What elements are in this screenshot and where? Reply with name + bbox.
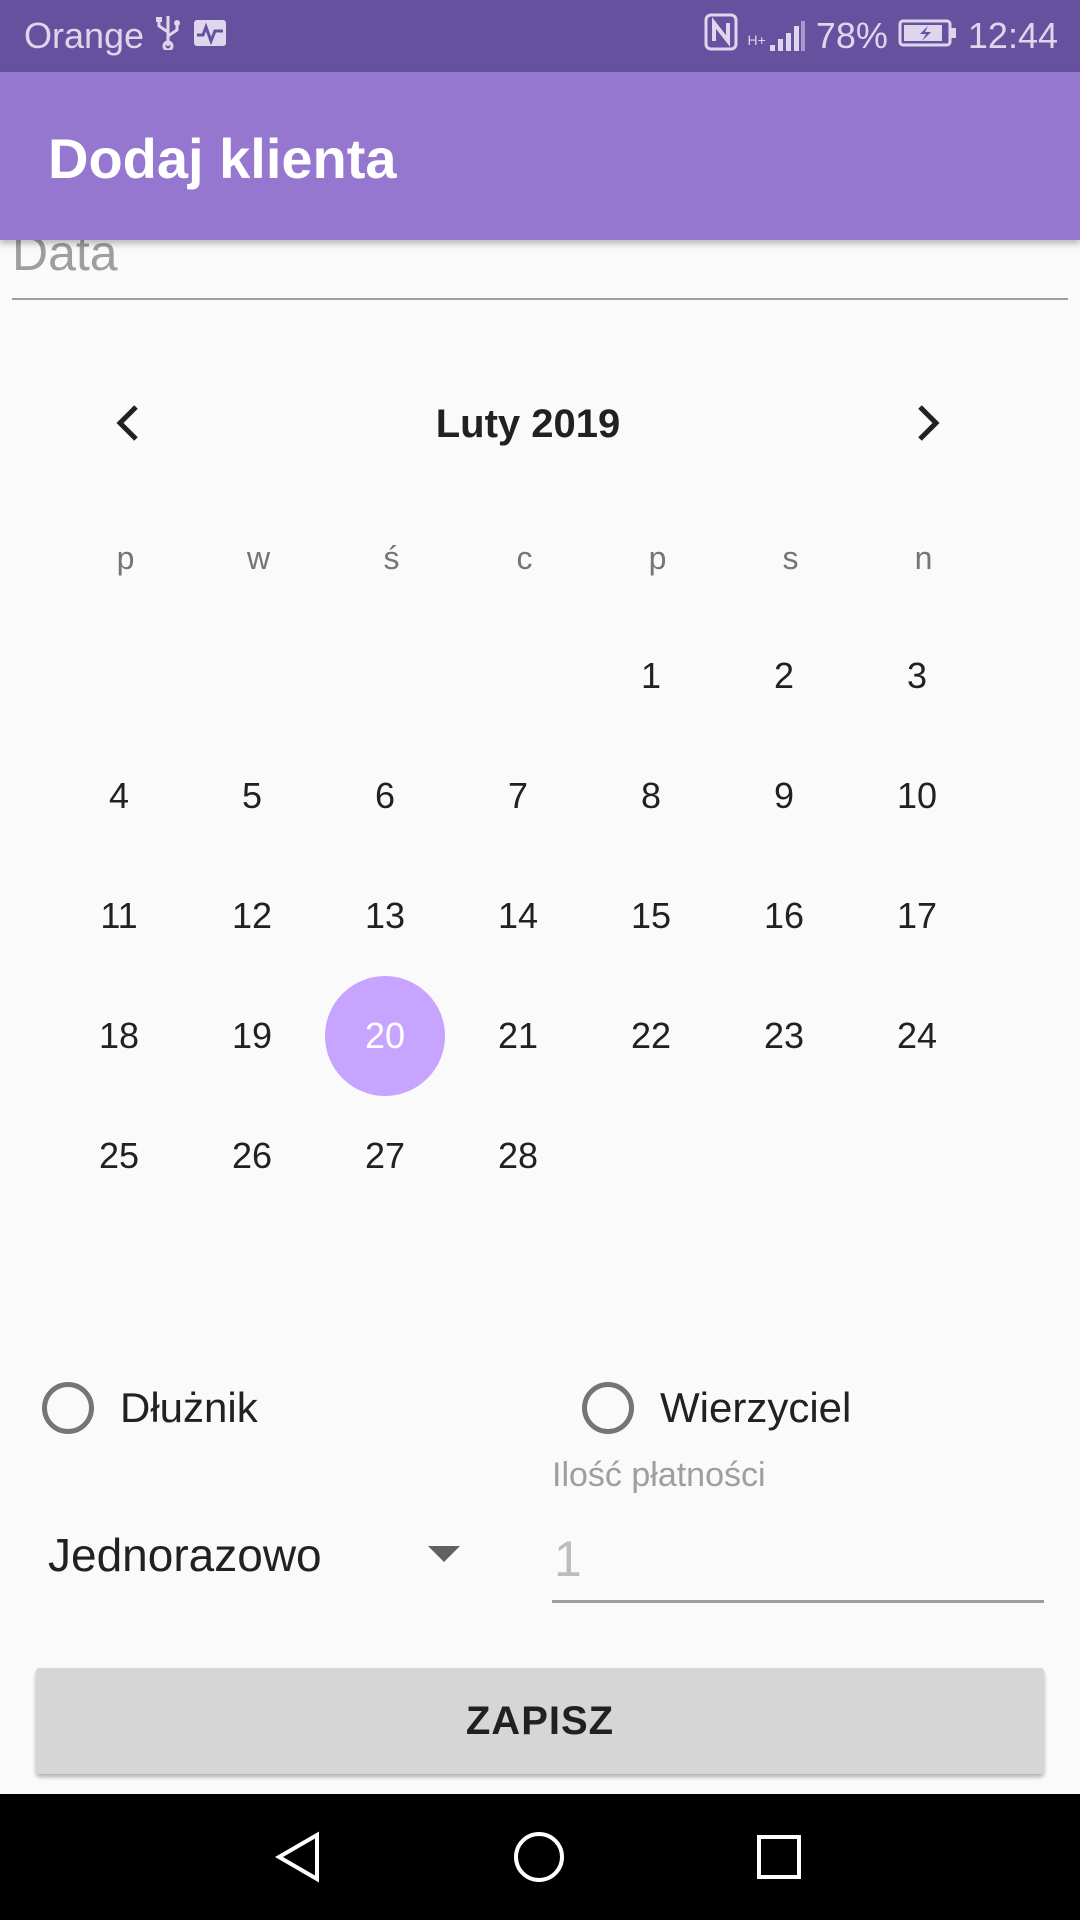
battery-charging-icon — [898, 15, 958, 57]
calendar-day[interactable]: 28 — [458, 1096, 578, 1216]
calendar-day[interactable]: 10 — [857, 736, 977, 856]
calendar-day[interactable]: 8 — [591, 736, 711, 856]
calendar-day[interactable]: 24 — [857, 976, 977, 1096]
calendar-day[interactable]: 22 — [591, 976, 711, 1096]
calendar-day[interactable]: 1 — [591, 616, 711, 736]
debtor-radio-label: Dłużnik — [120, 1384, 258, 1431]
calendar-day[interactable]: 13 — [325, 856, 445, 976]
calendar-day[interactable]: 23 — [724, 976, 844, 1096]
payments-count-label: Ilość płatności — [552, 1456, 766, 1494]
save-button[interactable]: ZAPISZ — [36, 1668, 1044, 1774]
frequency-dropdown[interactable]: Jednorazowo — [48, 1520, 468, 1590]
weekday-label: c — [516, 540, 533, 576]
calendar-day[interactable]: 25 — [59, 1096, 179, 1216]
carrier-name: Orange — [24, 15, 145, 56]
radio-circle — [582, 1382, 634, 1434]
next-month-button[interactable] — [894, 390, 964, 460]
payments-count-field[interactable]: 1 — [552, 1520, 1044, 1603]
navigation-bar — [0, 1794, 1080, 1920]
calendar-day-selected[interactable]: 20 — [325, 976, 445, 1096]
calendar-day[interactable]: 17 — [857, 856, 977, 976]
weekday-label: w — [246, 540, 271, 576]
weekday-label: ś — [383, 540, 400, 576]
calendar-day[interactable]: 15 — [591, 856, 711, 976]
payments-count-placeholder: 1 — [554, 1531, 582, 1587]
calendar-day[interactable]: 12 — [192, 856, 312, 976]
weekday-label: p — [648, 540, 667, 576]
radio-circle — [42, 1382, 94, 1434]
battery-percent: 78% — [815, 15, 888, 56]
home-icon[interactable] — [506, 1824, 572, 1890]
calendar-day[interactable]: 3 — [857, 616, 977, 736]
calendar-day[interactable]: 16 — [724, 856, 844, 976]
calendar-day[interactable]: 18 — [59, 976, 179, 1096]
chevron-right-icon — [914, 403, 944, 448]
signal-icon: H+ — [748, 19, 806, 53]
calendar-day[interactable]: 7 — [458, 736, 578, 856]
calendar-day[interactable]: 6 — [325, 736, 445, 856]
calendar-day[interactable]: 21 — [458, 976, 578, 1096]
creditor-radio[interactable]: Wierzyciel — [582, 1378, 851, 1438]
calendar-header: Luty 2019 — [0, 390, 1080, 460]
debtor-radio[interactable]: Dłużnik — [42, 1378, 258, 1438]
status-bar: Orange H+ 78% 12:44 — [0, 0, 1080, 72]
network-type: H+ — [747, 32, 766, 48]
recent-apps-icon[interactable] — [746, 1824, 812, 1890]
calendar-day[interactable]: 5 — [192, 736, 312, 856]
calendar-day[interactable]: 14 — [458, 856, 578, 976]
back-icon[interactable] — [266, 1824, 332, 1890]
date-field-placeholder: Data — [12, 240, 118, 281]
calendar-day[interactable]: 26 — [192, 1096, 312, 1216]
app-bar: Dodaj klienta — [0, 72, 1080, 240]
calendar-day[interactable]: 19 — [192, 976, 312, 1096]
nfc-icon — [704, 13, 738, 60]
calendar-day[interactable]: 11 — [59, 856, 179, 976]
calendar-day[interactable]: 9 — [724, 736, 844, 856]
frequency-selected-value: Jednorazowo — [48, 1529, 322, 1581]
weekday-label: p — [116, 540, 135, 576]
usb-icon — [154, 14, 182, 59]
page-title: Dodaj klienta — [48, 127, 397, 190]
clock: 12:44 — [967, 15, 1058, 56]
calendar-day[interactable]: 4 — [59, 736, 179, 856]
date-field[interactable]: Data — [12, 240, 1068, 300]
creditor-radio-label: Wierzyciel — [660, 1384, 852, 1431]
calendar-day[interactable]: 2 — [724, 616, 844, 736]
dropdown-arrow-icon — [428, 1546, 460, 1562]
calendar-day[interactable]: 27 — [325, 1096, 445, 1216]
weekday-label: s — [782, 540, 799, 576]
activity-monitor-icon — [192, 15, 228, 57]
weekday-label: n — [914, 540, 933, 576]
